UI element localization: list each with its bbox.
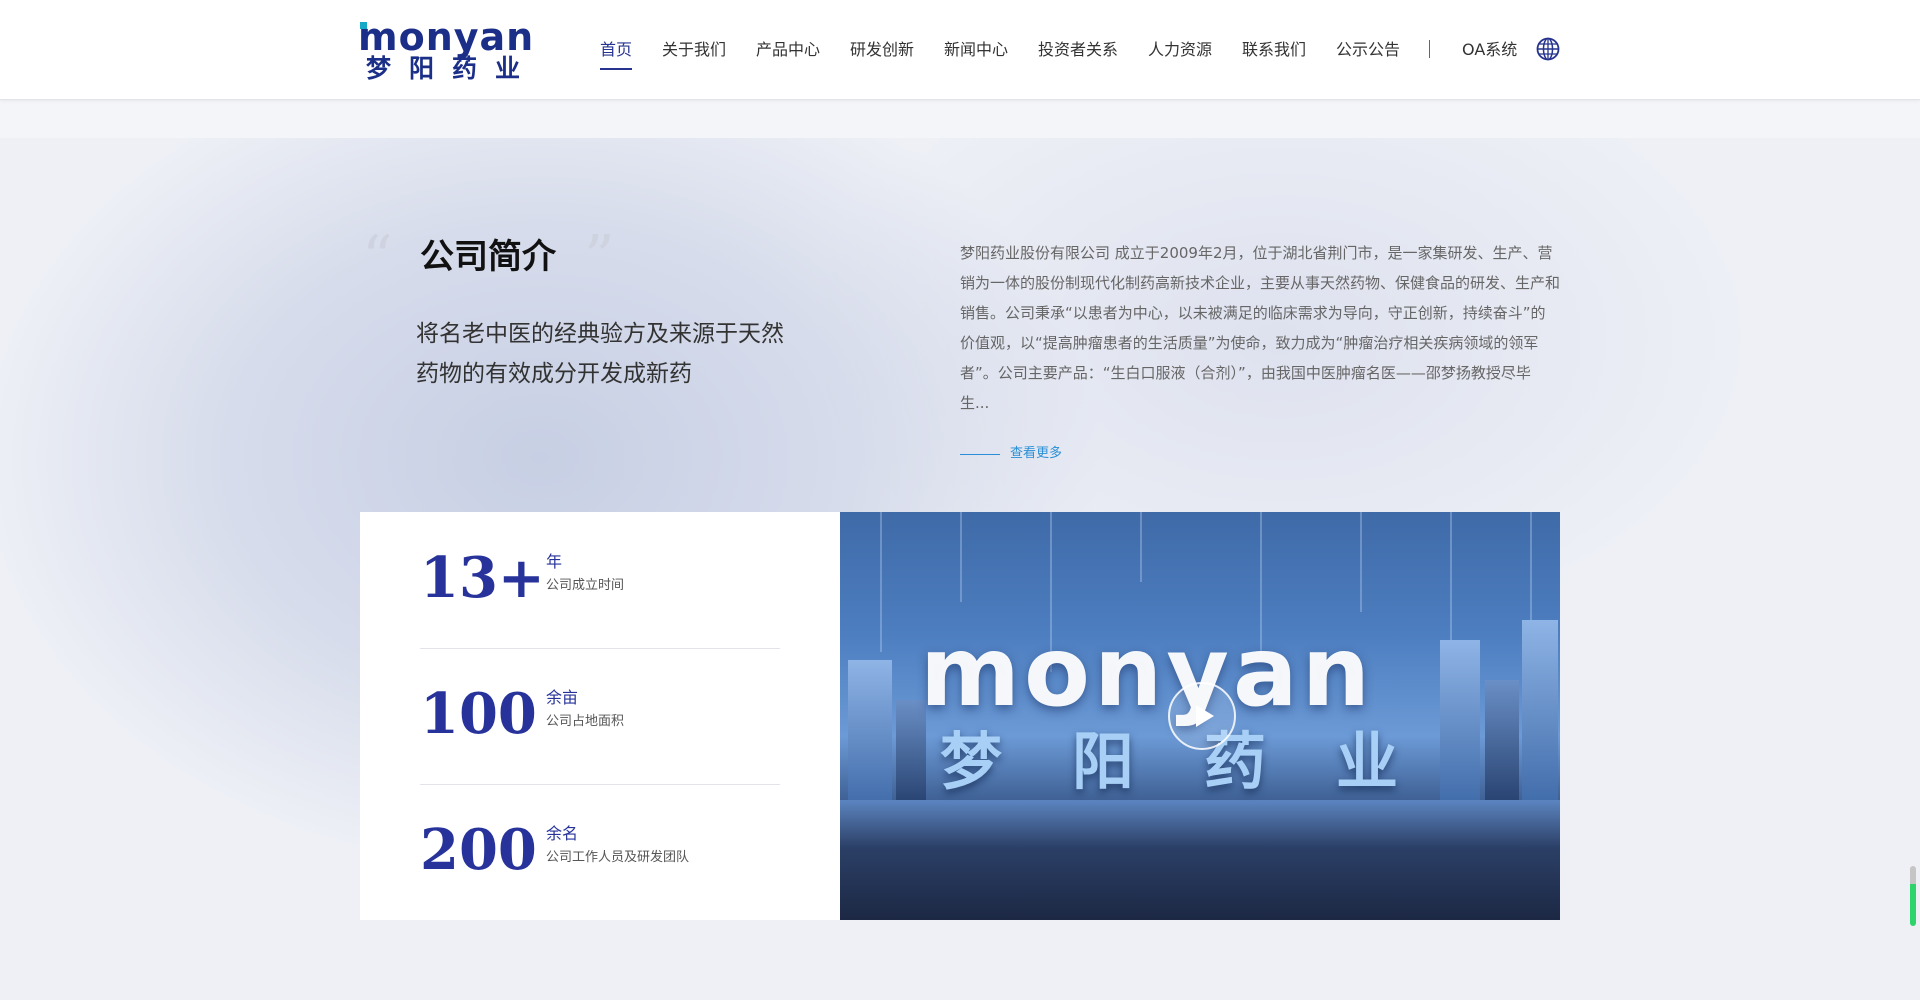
nav-item-news[interactable]: 新闻中心 [944,38,1008,62]
nav-item-notices[interactable]: 公示公告 [1336,38,1400,62]
video-building [848,660,892,810]
stat-item-founded: 13+ 年 公司成立时间 [420,512,780,648]
stat-unit: 年 [546,552,563,571]
nav-item-home[interactable]: 首页 [600,38,632,62]
stat-label: 公司成立时间 [546,578,625,593]
video-floor [840,800,1560,920]
play-icon[interactable] [1166,680,1238,752]
nav-item-hr[interactable]: 人力资源 [1148,38,1212,62]
stat-label: 公司占地面积 [546,714,625,729]
company-description: 梦阳药业股份有限公司 成立于2009年2月，位于湖北省荆门市，是一家集研发、生产… [960,244,1561,412]
more-link-line [960,454,1000,455]
video-building [1522,620,1558,810]
nav-item-products[interactable]: 产品中心 [756,38,820,62]
stat-item-area: 100 余亩 公司占地面积 [420,648,780,784]
stat-value: 13+ [420,545,545,611]
nav-separator [1429,40,1430,58]
video-decor [1360,512,1362,612]
stat-item-staff: 200 余名 公司工作人员及研发团队 [420,784,780,920]
nav-item-oa-system[interactable]: OA系统 [1462,38,1517,62]
close-quote-mark: ” [584,223,615,293]
stat-unit: 余亩 [546,688,579,707]
stats-panel: 13+ 年 公司成立时间 100 余亩 公司占地面积 200 余名 公司工作人员… [360,512,840,920]
nav-item-about[interactable]: 关于我们 [662,38,726,62]
stat-value: 100 [420,681,537,747]
stat-value: 200 [420,817,537,883]
globe-icon[interactable] [1536,37,1560,61]
section-title: 公司简介 [420,237,556,277]
company-video[interactable]: monyan 梦阳药业 [840,512,1560,920]
stat-unit: 余名 [546,824,579,843]
logo-wordmark: monyan [358,15,535,59]
company-slogan: 将名老中医的经典验方及来源于天然药物的有效成分开发成新药 [416,321,784,387]
video-decor [960,512,962,602]
nav-item-contact[interactable]: 联系我们 [1242,38,1306,62]
nav-item-investors[interactable]: 投资者关系 [1038,38,1118,62]
site-logo[interactable]: monyan 梦阳药业 [358,15,548,83]
scroll-indicator[interactable] [1910,866,1916,926]
view-more-link[interactable]: 查看更多 [1010,444,1062,464]
video-decor [1140,512,1142,582]
logo-chinese-name: 梦阳药业 [366,54,539,83]
site-header: monyan 梦阳药业 首页 关于我们 产品中心 研发创新 新闻中心 投资者关系… [0,0,1920,100]
nav-item-rnd[interactable]: 研发创新 [850,38,914,62]
stat-label: 公司工作人员及研发团队 [546,850,690,865]
nav-active-underline [600,68,632,70]
open-quote-mark: “ [362,223,393,293]
video-decor [880,512,882,652]
video-decor [1530,512,1532,632]
